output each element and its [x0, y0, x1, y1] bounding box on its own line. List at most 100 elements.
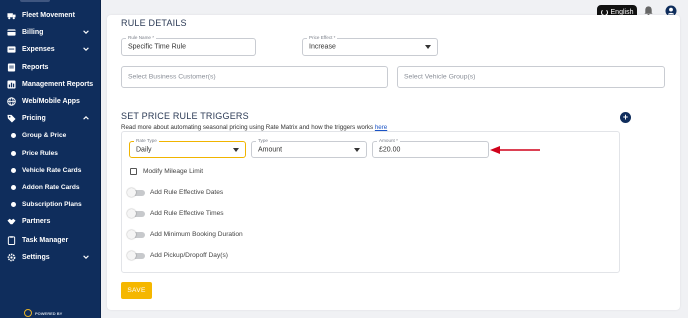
dropdown-caret-icon [425, 45, 431, 49]
pickup-dropoff-toggle[interactable] [127, 250, 145, 260]
truck-icon [7, 11, 16, 20]
gear-icon [7, 253, 16, 262]
chevron-down-icon [82, 28, 90, 36]
toggle-row-pickup-dropoff[interactable]: Add Pickup/Dropoff Day(s) [127, 250, 228, 260]
sidebar-subitem-addon-rate-cards[interactable]: Addon Rate Cards [0, 179, 101, 195]
vehicle-group-select[interactable]: Select Vehicle Group(s) [397, 66, 665, 88]
triggers-description: Read more about automating seasonal pric… [121, 124, 387, 131]
triggers-title: SET PRICE RULE TRIGGERS [121, 111, 249, 121]
sidebar-top-fade [20, 0, 50, 2]
dropdown-caret-icon [354, 147, 360, 152]
brand-logo-icon [24, 309, 32, 317]
bullet-icon [11, 201, 16, 207]
add-trigger-button[interactable]: + [620, 112, 631, 123]
modify-mileage-checkbox[interactable] [130, 168, 137, 175]
rate-type-value: Daily [136, 146, 152, 153]
sidebar-item-billing[interactable]: Billing [0, 24, 101, 40]
bullet-icon [11, 150, 16, 156]
sidebar-item-label: Web/Mobile Apps [22, 97, 80, 105]
sidebar-item-fleet-movement[interactable]: Fleet Movement [0, 7, 101, 23]
sidebar-subitem-label: Price Rules [22, 149, 58, 157]
rule-name-label: Rule Name * [126, 35, 157, 41]
type-value: Amount [258, 146, 283, 153]
sidebar-item-pricing[interactable]: Pricing [0, 110, 101, 126]
read-more-link[interactable]: here [375, 124, 387, 131]
chevron-down-icon [82, 45, 90, 53]
sidebar-subitem-label: Vehicle Rate Cards [22, 166, 82, 174]
sidebar-item-settings[interactable]: Settings [0, 249, 101, 265]
type-label: Type [256, 138, 270, 144]
chevron-down-icon [82, 253, 90, 261]
globe-icon [7, 96, 16, 106]
rule-name-field[interactable]: Rule Name * Specific Time Rule [121, 35, 256, 56]
sidebar-subitem-price-rules[interactable]: Price Rules [0, 145, 101, 161]
vehicle-group-placeholder: Select Vehicle Group(s) [404, 73, 476, 81]
chevron-up-icon [82, 114, 90, 122]
sidebar-subitem-subscription-plans[interactable]: Subscription Plans [0, 196, 101, 212]
business-customer-placeholder: Select Business Customer(s) [128, 73, 216, 81]
modify-mileage-row[interactable]: Modify Mileage Limit [130, 168, 203, 175]
sidebar: Fleet Movement Billing Expenses Reports … [0, 0, 101, 318]
rate-type-select[interactable]: Rate Type Daily [129, 138, 246, 158]
amount-label: Amount * [377, 138, 400, 144]
toggle-row-effective-times[interactable]: Add Rule Effective Times [127, 208, 224, 218]
rate-type-label: Rate Type [134, 138, 159, 144]
bullet-icon [11, 167, 16, 173]
sidebar-item-partners[interactable]: Partners [0, 213, 101, 229]
powered-by-label: POWERED BY [35, 310, 63, 316]
dropdown-caret-icon [233, 147, 239, 152]
bullet-icon [11, 132, 16, 138]
sidebar-subitem-vehicle-rate-cards[interactable]: Vehicle Rate Cards [0, 162, 101, 178]
toggle-label: Add Rule Effective Times [150, 210, 224, 217]
sidebar-item-label: Billing [22, 28, 44, 36]
sidebar-subitem-label: Addon Rate Cards [22, 183, 80, 191]
sidebar-subitem-group-price[interactable]: Group & Price [0, 127, 101, 143]
triggers-description-text: Read more about automating seasonal pric… [121, 124, 374, 131]
modify-mileage-label: Modify Mileage Limit [143, 168, 204, 175]
sidebar-item-management-reports[interactable]: Management Reports [0, 76, 101, 92]
sidebar-subitem-label: Group & Price [22, 131, 67, 139]
sidebar-item-label: Settings [22, 253, 50, 261]
sidebar-item-label: Task Manager [22, 236, 69, 244]
handshake-icon [7, 217, 16, 226]
price-effect-value: Increase [309, 43, 336, 51]
sidebar-item-task-manager[interactable]: Task Manager [0, 232, 101, 248]
min-booking-toggle[interactable] [127, 229, 145, 239]
toggle-label: Add Minimum Booking Duration [150, 231, 243, 238]
price-effect-label: Price Effect * [307, 35, 338, 41]
clipboard-icon [7, 235, 16, 245]
effective-dates-toggle[interactable] [127, 187, 145, 197]
toggle-knob [127, 208, 136, 218]
billing-icon [7, 28, 16, 37]
sidebar-item-reports[interactable]: Reports [0, 59, 101, 75]
sidebar-item-expenses[interactable]: Expenses [0, 41, 101, 57]
bullet-icon [11, 184, 16, 190]
toggle-knob [127, 250, 136, 260]
toggle-row-effective-dates[interactable]: Add Rule Effective Dates [127, 187, 223, 197]
toggle-row-min-booking[interactable]: Add Minimum Booking Duration [127, 229, 243, 239]
save-button[interactable]: SAVE [121, 282, 152, 299]
sidebar-item-label: Pricing [22, 114, 46, 122]
sidebar-subitem-label: Subscription Plans [22, 200, 82, 208]
rule-details-title: RULE DETAILS [121, 18, 187, 28]
rule-name-value: Specific Time Rule [128, 43, 186, 51]
type-select[interactable]: Type Amount [251, 138, 367, 158]
sidebar-item-label: Fleet Movement [22, 11, 75, 19]
sidebar-item-web-mobile-apps[interactable]: Web/Mobile Apps [0, 93, 101, 109]
business-customer-select[interactable]: Select Business Customer(s) [121, 66, 388, 88]
reports-icon [7, 62, 16, 72]
annotation-arrow-icon [490, 146, 540, 154]
toggle-knob [127, 229, 136, 239]
toggle-knob [127, 187, 136, 197]
sidebar-item-label: Partners [22, 217, 51, 225]
chart-icon [7, 79, 16, 89]
price-effect-select[interactable]: Price Effect * Increase [302, 35, 438, 56]
effective-times-toggle[interactable] [127, 208, 145, 218]
expenses-icon [7, 45, 16, 54]
amount-input[interactable]: Amount * £20.00 [372, 138, 489, 158]
sidebar-item-label: Expenses [22, 45, 55, 53]
sidebar-item-label: Reports [22, 63, 49, 71]
toggle-label: Add Pickup/Dropoff Day(s) [150, 252, 228, 259]
sidebar-item-label: Management Reports [22, 80, 94, 88]
powered-by: POWERED BY [24, 309, 62, 317]
